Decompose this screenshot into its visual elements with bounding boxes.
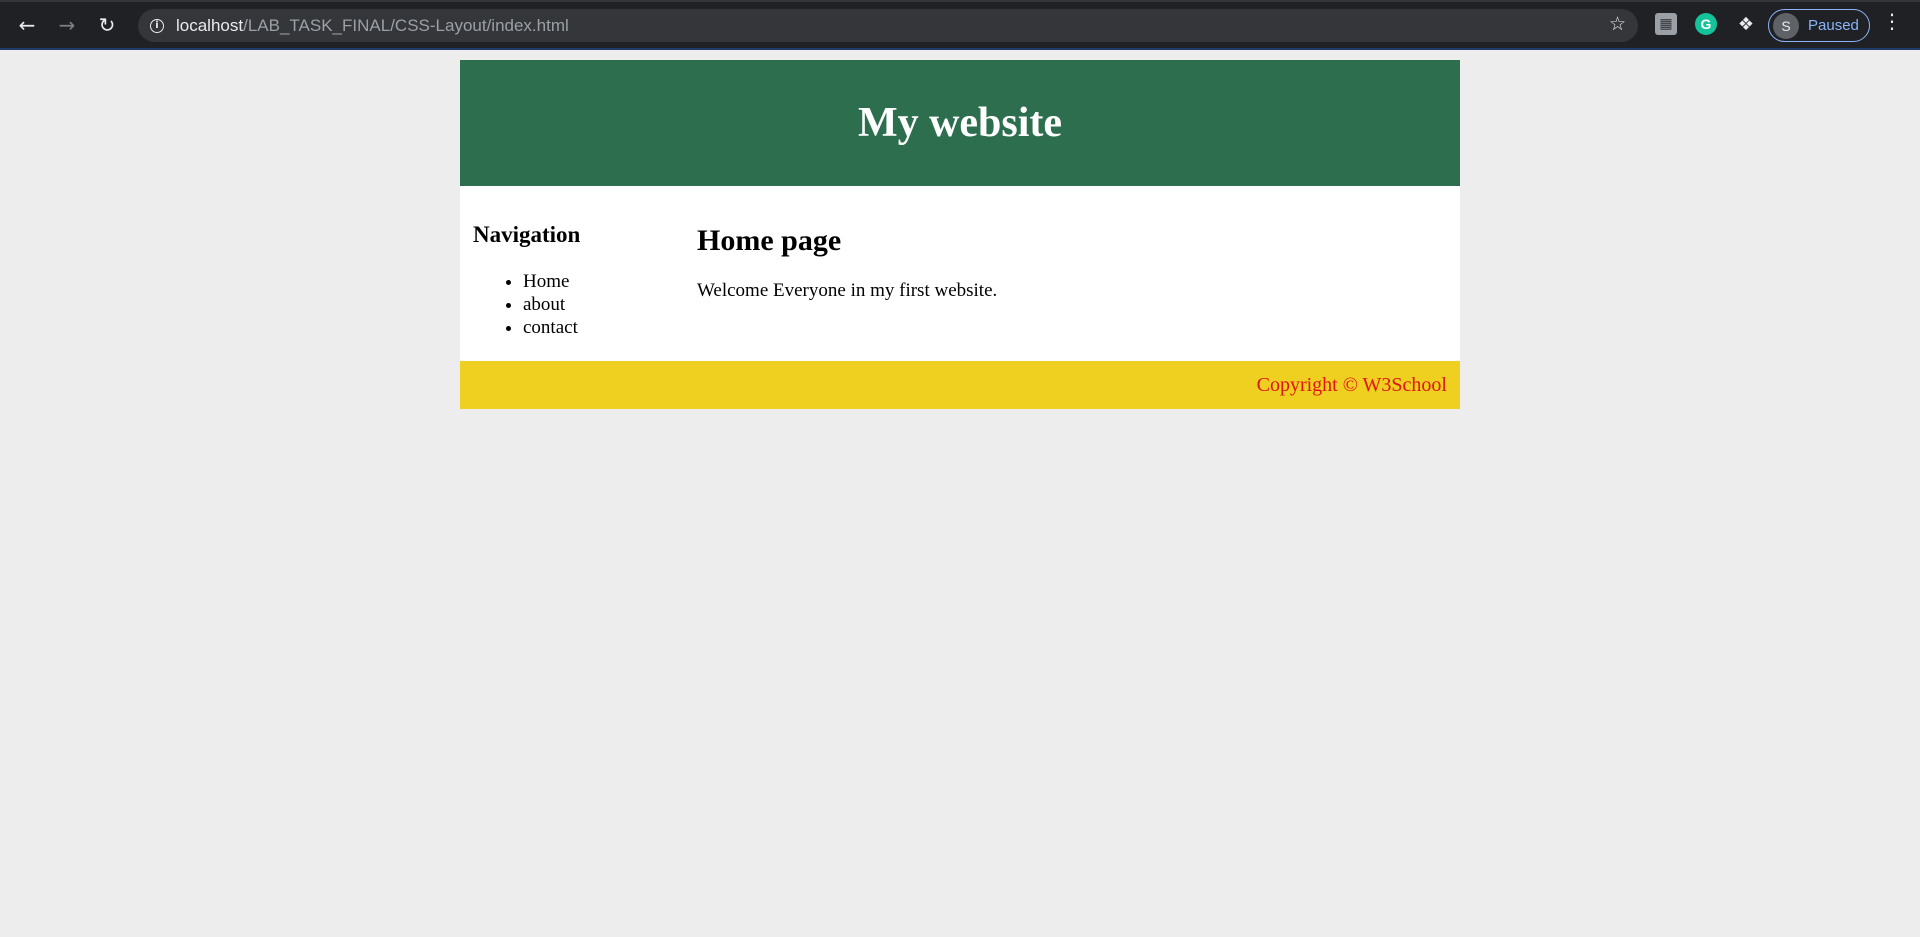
page-container: My website Navigation Home about contact… [460, 60, 1460, 409]
nav-item-about: about [523, 293, 685, 316]
copyright-text: Copyright © W3School [1256, 373, 1447, 396]
main-content: Home page Welcome Everyone in my first w… [685, 186, 1460, 361]
url-host: localhost [176, 15, 244, 35]
url-text[interactable]: localhost/LAB_TASK_FINAL/CSS-Layout/inde… [176, 16, 569, 36]
grammarly-icon[interactable]: G [1695, 13, 1717, 35]
welcome-text: Welcome Everyone in my first website. [697, 280, 998, 301]
reload-button[interactable]: ↻ [91, 9, 123, 41]
tab-strip-edge [0, 0, 1920, 2]
site-footer: Copyright © W3School [460, 361, 1460, 409]
nav-link-home[interactable]: Home [523, 271, 569, 292]
forward-button[interactable]: → [51, 9, 83, 41]
nav-item-home: Home [523, 270, 685, 293]
content-area: Navigation Home about contact Home page … [460, 186, 1460, 361]
profile-button[interactable]: S Paused [1768, 9, 1870, 42]
nav-heading: Navigation [473, 222, 581, 247]
sidebar: Navigation Home about contact [460, 186, 685, 361]
puzzle-icon[interactable]: ❖ [1735, 13, 1757, 35]
grammarly-letter: G [1700, 16, 1712, 32]
site-header: My website [460, 60, 1460, 186]
star-icon[interactable]: ☆ [1609, 13, 1626, 35]
nav-link-contact[interactable]: contact [523, 317, 578, 338]
browser-toolbar: ← → ↻ i localhost/LAB_TASK_FINAL/CSS-Lay… [0, 0, 1920, 50]
nav-link-about[interactable]: about [523, 294, 565, 315]
avatar: S [1773, 12, 1799, 39]
url-path: /LAB_TASK_FINAL/CSS-Layout/index.html [243, 15, 569, 35]
profile-status: Paused [1808, 17, 1859, 34]
nav-list: Home about contact [473, 270, 685, 339]
address-bar[interactable]: i localhost/LAB_TASK_FINAL/CSS-Layout/in… [138, 9, 1638, 42]
page-heading: Home page [697, 224, 842, 257]
arrow-left-icon: ← [18, 13, 36, 37]
back-button[interactable]: ← [11, 9, 43, 41]
nav-item-contact: contact [523, 316, 685, 339]
document-extension-icon[interactable]: ▦ [1655, 13, 1677, 35]
site-title: My website [857, 100, 1063, 146]
kebab-menu-icon[interactable]: ⋮ [1882, 11, 1902, 31]
reload-icon: ↻ [98, 13, 116, 37]
arrow-right-icon: → [58, 13, 76, 37]
info-icon[interactable]: i [150, 18, 164, 33]
